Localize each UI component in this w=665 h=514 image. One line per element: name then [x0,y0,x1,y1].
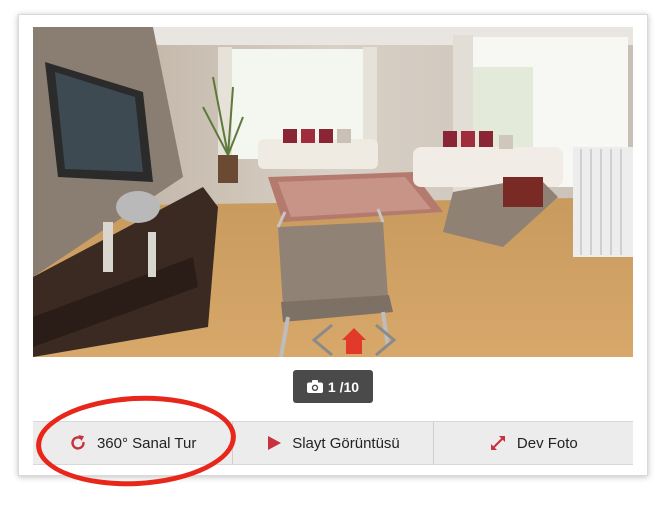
nav-left-arrow-icon[interactable] [311,323,333,357]
camera-icon [306,380,323,393]
expand-icon [490,436,505,450]
virtual-tour-label: 360° Sanal Tur [96,434,197,452]
nav-right-arrow-icon[interactable] [375,323,397,357]
large-photo-label: Dev Foto [516,434,578,452]
large-photo-button[interactable]: Dev Foto [432,422,633,464]
photo-counter-badge: 1 /10 [293,370,373,403]
room-photo-image [33,27,633,357]
play-icon [268,436,282,450]
home-icon[interactable] [342,328,366,354]
photo-counter-text: 1 /10 [327,378,360,395]
slideshow-label: Slayt Görüntüsü [292,434,400,452]
gallery-action-bar: 360° Sanal Tur Slayt Görüntüsü Dev Foto [33,421,633,465]
panorama-nav[interactable] [304,320,404,360]
slideshow-button[interactable]: Slayt Görüntüsü [232,422,432,464]
virtual-tour-button[interactable]: 360° Sanal Tur [33,422,232,464]
listing-photo[interactable] [33,27,633,357]
refresh-icon [71,435,85,450]
